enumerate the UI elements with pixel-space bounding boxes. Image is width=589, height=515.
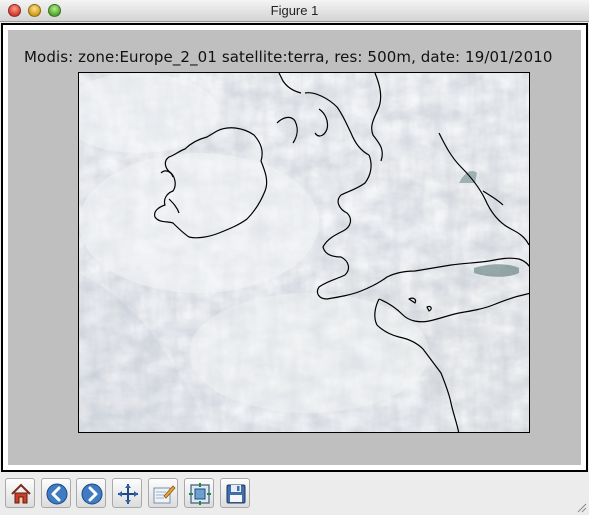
zoom-rect-icon (153, 485, 176, 504)
figure-canvas: Modis: zone:Europe_2_01 satellite:terra,… (3, 25, 586, 470)
window-titlebar: Figure 1 (0, 0, 589, 22)
window-title: Figure 1 (270, 3, 319, 18)
forward-button[interactable] (76, 478, 106, 508)
satellite-image (79, 73, 529, 432)
home-icon (11, 483, 31, 504)
figure-canvas-frame: Modis: zone:Europe_2_01 satellite:terra,… (1, 23, 588, 472)
floppy-disk-icon (226, 484, 246, 504)
forward-arrow-icon (81, 483, 103, 505)
figure-title: Modis: zone:Europe_2_01 satellite:terra,… (24, 48, 553, 66)
navigation-toolbar (0, 474, 589, 515)
pan-button[interactable] (112, 478, 142, 508)
back-arrow-icon (46, 483, 68, 505)
back-button[interactable] (41, 478, 71, 508)
subplots-button[interactable] (184, 478, 214, 508)
subplots-config-icon (189, 483, 211, 505)
satellite-image-axes[interactable] (78, 72, 530, 433)
save-button[interactable] (220, 478, 250, 508)
resize-grip-icon[interactable] (575, 501, 587, 513)
pan-move-icon (118, 484, 138, 504)
figure-background: Modis: zone:Europe_2_01 satellite:terra,… (8, 30, 581, 465)
zoom-button[interactable] (148, 478, 178, 508)
home-button[interactable] (5, 478, 35, 508)
